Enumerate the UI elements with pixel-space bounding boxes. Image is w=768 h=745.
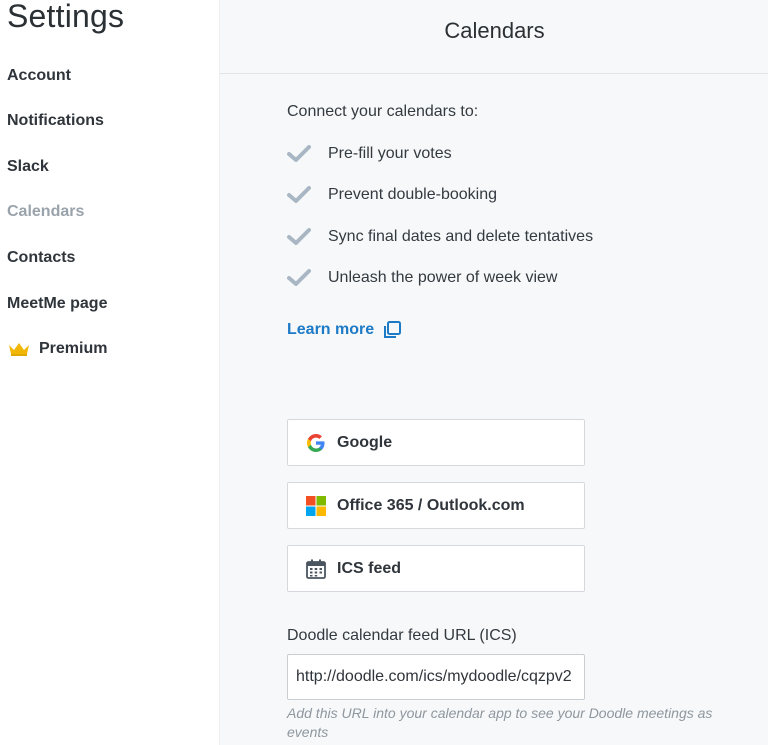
- google-icon: [307, 433, 325, 452]
- sidebar-item-notifications[interactable]: Notifications: [7, 112, 104, 130]
- office365-calendar-button[interactable]: Office 365 / Outlook.com: [287, 482, 585, 529]
- learn-more-link[interactable]: Learn more: [287, 320, 402, 340]
- ics-feed-button[interactable]: ICS feed: [287, 545, 585, 592]
- sidebar-item-slack[interactable]: Slack: [7, 158, 49, 176]
- check-icon: [287, 145, 311, 162]
- sidebar-item-premium[interactable]: Premium: [7, 340, 107, 358]
- calendar-icon: [306, 559, 326, 579]
- sidebar-title: Settings: [7, 0, 125, 34]
- crown-icon: [9, 343, 29, 356]
- feed-url-label: Doodle calendar feed URL (ICS): [287, 627, 517, 644]
- main-header: Calendars: [220, 0, 768, 74]
- page-title: Calendars: [444, 17, 545, 43]
- benefit-item: Sync final dates and delete tentatives: [287, 228, 593, 246]
- feed-url-help-text: Add this URL into your calendar app to s…: [287, 705, 713, 740]
- check-icon: [287, 186, 311, 203]
- benefit-item: Pre-fill your votes: [287, 145, 452, 163]
- sidebar-item-meetme-page[interactable]: MeetMe page: [7, 295, 107, 313]
- main-panel: Calendars Connect your calendars to: Pre…: [219, 0, 768, 745]
- office365-button-label: Office 365 / Outlook.com: [337, 496, 525, 514]
- ics-feed-button-label: ICS feed: [337, 559, 402, 577]
- benefit-label: Sync final dates and delete tentatives: [328, 228, 594, 245]
- learn-more-label: Learn more: [287, 321, 375, 338]
- external-link-icon: [384, 321, 402, 338]
- feed-url-input[interactable]: [287, 654, 585, 700]
- benefit-label: Prevent double-booking: [328, 186, 498, 203]
- google-calendar-button[interactable]: Google: [287, 419, 585, 466]
- microsoft-icon: [306, 495, 326, 516]
- benefit-label: Pre-fill your votes: [328, 145, 452, 162]
- benefit-item: Prevent double-booking: [287, 186, 497, 204]
- sidebar-item-contacts[interactable]: Contacts: [7, 249, 75, 267]
- sidebar: Settings Account Notifications Slack Cal…: [0, 0, 219, 745]
- sidebar-item-calendars[interactable]: Calendars: [7, 203, 84, 221]
- intro-text: Connect your calendars to:: [287, 103, 479, 120]
- google-button-label: Google: [337, 433, 393, 451]
- check-icon: [287, 269, 311, 286]
- benefit-label: Unleash the power of week view: [328, 269, 558, 286]
- sidebar-item-label: Premium: [39, 340, 108, 357]
- benefit-item: Unleash the power of week view: [287, 269, 557, 287]
- check-icon: [287, 228, 311, 245]
- sidebar-item-account[interactable]: Account: [7, 67, 71, 85]
